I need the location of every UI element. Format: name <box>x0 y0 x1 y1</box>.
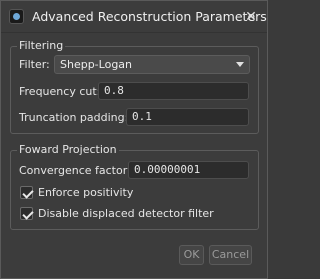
disable-displaced-detector-label[interactable]: Disable displaced detector filter <box>38 207 214 220</box>
filtering-group-title: Filtering <box>17 39 66 52</box>
chevron-down-icon <box>236 62 244 67</box>
app-icon <box>9 9 24 24</box>
frequency-cut-label: Frequency cut: <box>19 85 101 98</box>
convergence-factor-label: Convergence factor: <box>19 164 131 177</box>
filter-select[interactable]: Shepp-Logan <box>54 55 250 74</box>
title-bar[interactable]: Advanced Reconstruction Parameters ✕ <box>1 1 267 33</box>
filter-label: Filter: <box>19 58 50 71</box>
dialog-window: Advanced Reconstruction Parameters ✕ Fil… <box>0 0 268 279</box>
truncation-padding-label: Truncation padding: <box>19 111 129 124</box>
forward-projection-group-title: Foward Projection <box>17 143 119 156</box>
truncation-padding-input[interactable]: 0.1 <box>126 108 249 126</box>
frequency-cut-input[interactable]: 0.8 <box>98 82 249 100</box>
ok-button[interactable]: OK <box>179 245 204 265</box>
disable-displaced-detector-checkbox[interactable] <box>20 207 33 220</box>
close-icon[interactable]: ✕ <box>241 7 261 27</box>
convergence-factor-input[interactable]: 0.00000001 <box>128 161 249 179</box>
enforce-positivity-label[interactable]: Enforce positivity <box>38 186 133 199</box>
filter-select-value: Shepp-Logan <box>60 58 133 71</box>
cancel-button[interactable]: Cancel <box>209 245 252 265</box>
enforce-positivity-checkbox[interactable] <box>20 186 33 199</box>
window-title: Advanced Reconstruction Parameters <box>32 9 267 24</box>
